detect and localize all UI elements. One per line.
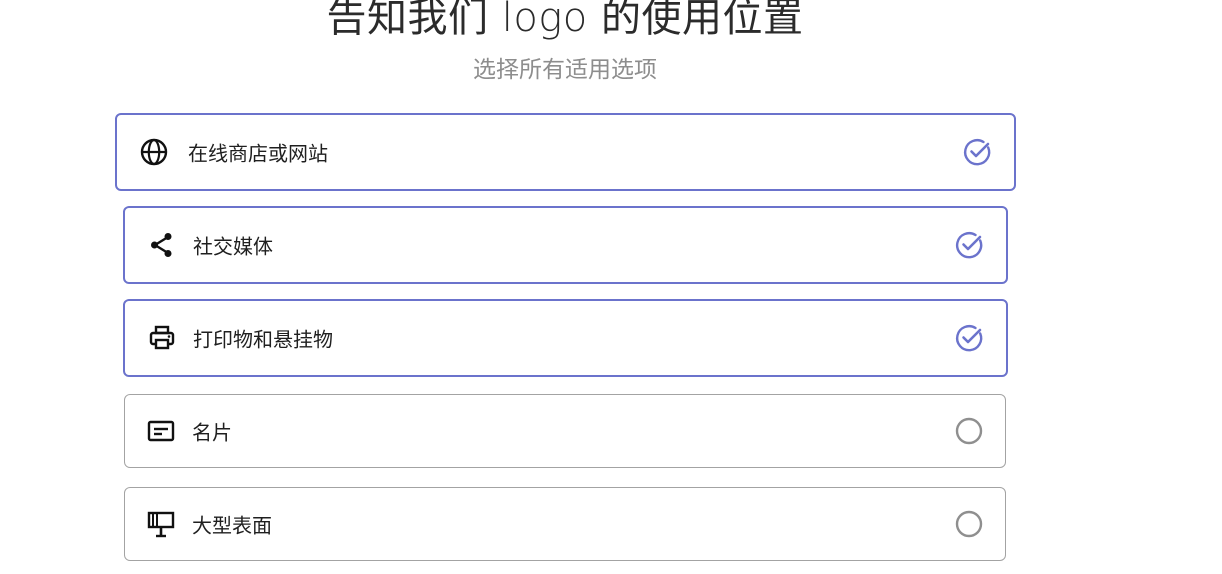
business-card-icon <box>146 416 176 446</box>
check-circle-icon <box>954 230 984 260</box>
option-label: 打印物和悬挂物 <box>193 327 333 352</box>
logo-usage-page: 告知我们 logo 的使用位置 选择所有适用选项 在线商店或网站 社交媒体 打印… <box>0 0 1222 574</box>
empty-circle-icon <box>954 509 984 539</box>
option-prints[interactable]: 打印物和悬挂物 <box>123 299 1008 377</box>
share-icon <box>147 230 177 260</box>
printer-icon <box>147 323 177 353</box>
page-subtitle: 选择所有适用选项 <box>473 57 657 83</box>
option-label: 名片 <box>192 420 232 445</box>
option-large-surfaces[interactable]: 大型表面 <box>124 487 1006 561</box>
billboard-icon <box>146 509 176 539</box>
option-label: 在线商店或网站 <box>188 141 328 166</box>
check-circle-icon <box>954 323 984 353</box>
check-circle-icon <box>962 137 992 167</box>
option-business-cards[interactable]: 名片 <box>124 394 1006 468</box>
option-label: 大型表面 <box>192 513 272 538</box>
option-online-store[interactable]: 在线商店或网站 <box>115 113 1016 191</box>
option-label: 社交媒体 <box>193 234 273 259</box>
option-social-media[interactable]: 社交媒体 <box>123 206 1008 284</box>
page-title: 告知我们 logo 的使用位置 <box>326 0 804 41</box>
empty-circle-icon <box>954 416 984 446</box>
globe-icon <box>139 137 169 167</box>
